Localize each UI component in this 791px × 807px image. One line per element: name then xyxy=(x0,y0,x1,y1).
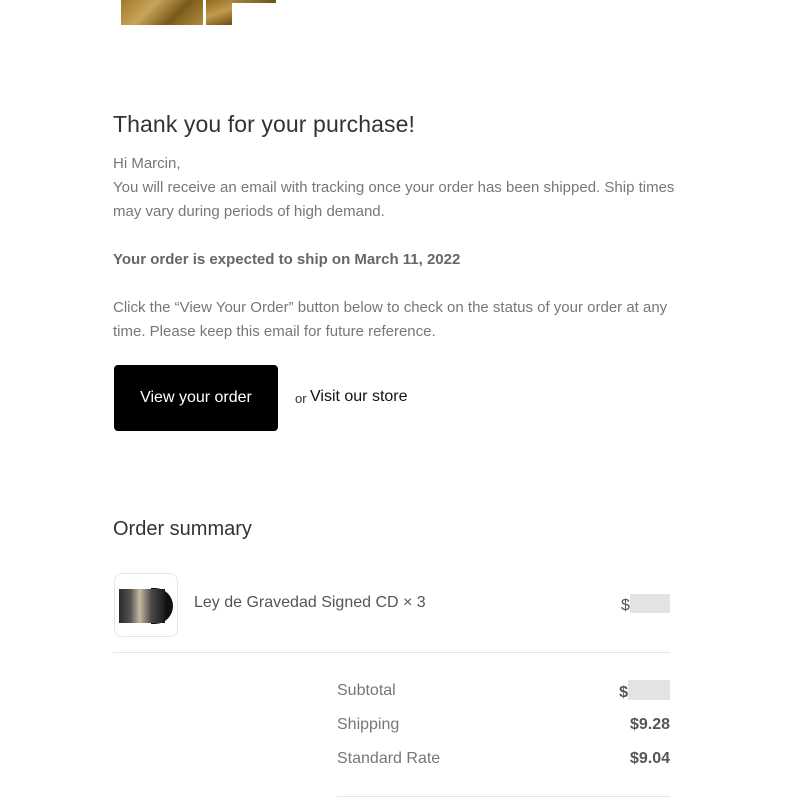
logo-tile xyxy=(206,0,232,25)
view-order-button[interactable]: View your order xyxy=(114,365,278,431)
or-separator: or xyxy=(295,391,307,406)
standard-rate-value: $9.04 xyxy=(629,750,670,767)
visit-store-link[interactable]: Visit our store xyxy=(310,388,408,406)
subtotal-currency: $ xyxy=(619,684,628,701)
logo-tile xyxy=(232,0,276,3)
email-heading: Thank you for your purchase! xyxy=(113,111,415,137)
shipping-value: $9.28 xyxy=(629,716,670,733)
tracking-text: You will receive an email with tracking … xyxy=(113,179,675,220)
price-currency: $ xyxy=(621,597,630,614)
line-item-price: $ xyxy=(621,594,670,615)
totals-divider xyxy=(337,796,670,797)
subtotal-value: $ xyxy=(619,680,670,702)
email-body: Hi Marcin, You will receive an email wit… xyxy=(113,152,683,224)
summary-divider xyxy=(113,652,670,653)
greeting-text: Hi Marcin, xyxy=(113,155,181,172)
redacted-price xyxy=(629,594,670,613)
shipping-label: Shipping xyxy=(337,716,400,733)
ship-date-notice: Your order is expected to ship on March … xyxy=(113,251,461,268)
redacted-subtotal xyxy=(628,680,670,700)
logo-tile xyxy=(121,0,203,25)
order-summary-title: Order summary xyxy=(113,518,252,540)
standard-rate-label: Standard Rate xyxy=(337,750,441,767)
subtotal-label: Subtotal xyxy=(337,682,396,699)
instructions-text: Click the “View Your Order” button below… xyxy=(113,299,668,340)
cd-cover-image xyxy=(119,589,165,623)
line-item-name: Ley de Gravedad Signed CD × 3 xyxy=(194,594,426,611)
product-thumbnail xyxy=(114,573,178,637)
